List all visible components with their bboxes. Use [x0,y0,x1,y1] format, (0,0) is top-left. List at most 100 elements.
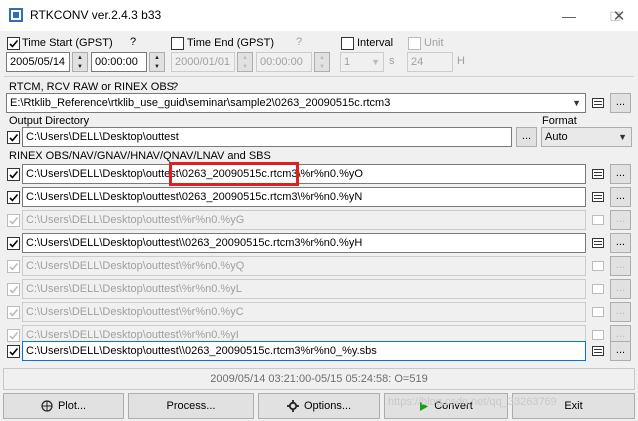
check-icon [9,133,19,142]
output-dir-checkbox[interactable] [7,131,20,144]
time-start-help[interactable]: ? [130,36,136,48]
spin-down-icon: ▼ [154,63,160,70]
check-icon [9,285,19,294]
options-button[interactable]: Options... [258,393,380,419]
rinex-qnav-browse-button[interactable]: ... [610,256,631,276]
check-icon [9,193,19,202]
interval-value: 1 [344,56,351,68]
rinex-gnav-input[interactable]: C:\Users\DELL\Desktop\outtest\%r%n0.%yG [22,210,586,230]
app-icon [8,7,24,23]
start-date-input[interactable]: 2005/05/14 [6,52,70,72]
rinex-obs-browse-button[interactable]: ... [610,164,631,184]
rinex-inav-checkbox[interactable] [7,329,20,342]
end-date-input[interactable]: 2000/01/01 [171,52,235,72]
check-icon [9,170,19,179]
rinex-lnav-checkbox[interactable] [7,283,20,296]
end-date-spinner[interactable]: ▲ ▼ [237,52,253,72]
rinex-lnav-input[interactable]: C:\Users\DELL\Desktop\outtest\%r%n0.%yL [22,279,586,299]
unit-input[interactable]: 24 [407,52,453,72]
file-view-icon[interactable] [592,238,604,248]
check-icon [9,262,19,271]
format-select[interactable]: Auto ▼ [541,127,632,147]
status-bar: 2009/05/14 03:21:00-05/15 05:24:58: O=51… [3,368,635,390]
highlight-annotation [169,162,299,186]
input-file-help[interactable]: ? [172,81,178,93]
file-view-icon[interactable] [592,330,604,340]
rinex-qnav-checkbox[interactable] [7,260,20,273]
check-icon [9,331,19,340]
rinex-hnav-browse-button[interactable]: ... [610,233,631,253]
interval-select[interactable]: 1 ▼ [340,52,384,72]
spin-up-icon: ▲ [319,54,325,61]
process-button[interactable]: Process... [128,393,254,419]
chevron-down-icon: ▼ [371,57,380,67]
plot-icon [41,400,53,412]
spin-down-icon: ▼ [319,63,325,70]
rinex-cnav-browse-button[interactable]: ... [610,302,631,322]
rinex-sbs-browse-button[interactable]: ... [610,341,631,361]
time-end-help[interactable]: ? [296,36,302,48]
rinex-output-label: RINEX OBS/NAV/GNAV/HNAV/QNAV/LNAV and SB… [9,150,271,162]
file-view-icon[interactable] [592,261,604,271]
format-value: Auto [545,131,568,143]
rinex-gnav-browse-button[interactable]: ... [610,210,631,230]
rinex-nav-input[interactable]: C:\Users\DELL\Desktop\outtest\0263_20090… [22,187,586,207]
rinex-nav-browse-button[interactable]: ... [610,187,631,207]
output-dir-input[interactable]: C:\Users\DELL\Desktop\outtest [22,127,512,147]
spin-down-icon: ▼ [77,63,83,70]
unit-suffix: H [457,55,465,67]
check-icon [9,308,19,317]
end-time-input[interactable]: 00:00:00 [256,52,312,72]
interval-label: Interval [357,37,394,49]
spin-up-icon: ▲ [77,54,83,61]
input-browse-button[interactable]: ... [610,93,631,113]
spin-up-icon: ▲ [242,54,248,61]
chevron-down-icon: ▼ [572,98,581,108]
start-date-spinner[interactable]: ▲ ▼ [72,52,88,72]
rinex-cnav-checkbox[interactable] [7,306,20,319]
minimize-button[interactable]: — [546,0,592,31]
time-end-checkbox[interactable] [171,37,184,50]
input-file-combo[interactable]: E:\Rtklib_Reference\rtklib_use_guid\semi… [6,93,586,113]
file-view-icon[interactable] [592,284,604,294]
rinex-cnav-input[interactable]: C:\Users\DELL\Desktop\outtest\%r%n0.%yC [22,302,586,322]
interval-unit: s [389,55,395,67]
unit-checkbox[interactable] [408,37,421,50]
rinex-obs-input[interactable]: C:\Users\DELL\Desktop\outtest\0263_20090… [22,164,586,184]
time-start-checkbox[interactable] [7,37,20,50]
time-end-label: Time End (GPST) [187,37,274,49]
chevron-down-icon: ▼ [618,132,627,142]
rinex-sbs-checkbox[interactable] [7,345,20,358]
end-time-spinner[interactable]: ▲ ▼ [314,52,330,72]
file-view-icon[interactable] [592,346,604,356]
rinex-sbs-input[interactable]: C:\Users\DELL\Desktop\outtest\\0263_2009… [22,341,586,361]
file-view-icon[interactable] [592,169,604,179]
rinex-hnav-checkbox[interactable] [7,237,20,250]
close-button[interactable]: ✕ [600,0,638,31]
rinex-gnav-checkbox[interactable] [7,214,20,227]
start-time-spinner[interactable]: ▲ ▼ [149,52,165,72]
check-icon [9,39,19,48]
input-file-label: RTCM, RCV RAW or RINEX OBS [9,81,175,93]
window-title: RTKCONV ver.2.4.3 b33 [30,8,162,22]
unit-label: Unit [424,37,444,49]
output-dir-label: Output Directory [9,115,90,127]
file-view-icon[interactable] [592,98,604,108]
rinex-nav-checkbox[interactable] [7,191,20,204]
time-start-label: Time Start (GPST) [22,37,113,49]
rinex-obs-checkbox[interactable] [7,168,20,181]
rinex-qnav-input[interactable]: C:\Users\DELL\Desktop\outtest\%r%n0.%yQ [22,256,586,276]
rinex-hnav-input[interactable]: C:\Users\DELL\Desktop\outtest\\0263_2009… [22,233,586,253]
start-time-input[interactable]: 00:00:00 [91,52,147,72]
file-view-icon[interactable] [592,192,604,202]
file-view-icon[interactable] [592,215,604,225]
check-icon [9,347,19,356]
spin-down-icon: ▼ [242,63,248,70]
file-view-icon[interactable] [592,307,604,317]
interval-checkbox[interactable] [341,37,354,50]
rinex-lnav-browse-button[interactable]: ... [610,279,631,299]
output-browse-button[interactable]: ... [516,127,537,147]
spin-up-icon: ▲ [154,54,160,61]
plot-button[interactable]: Plot... [3,393,124,419]
check-icon [9,216,19,225]
